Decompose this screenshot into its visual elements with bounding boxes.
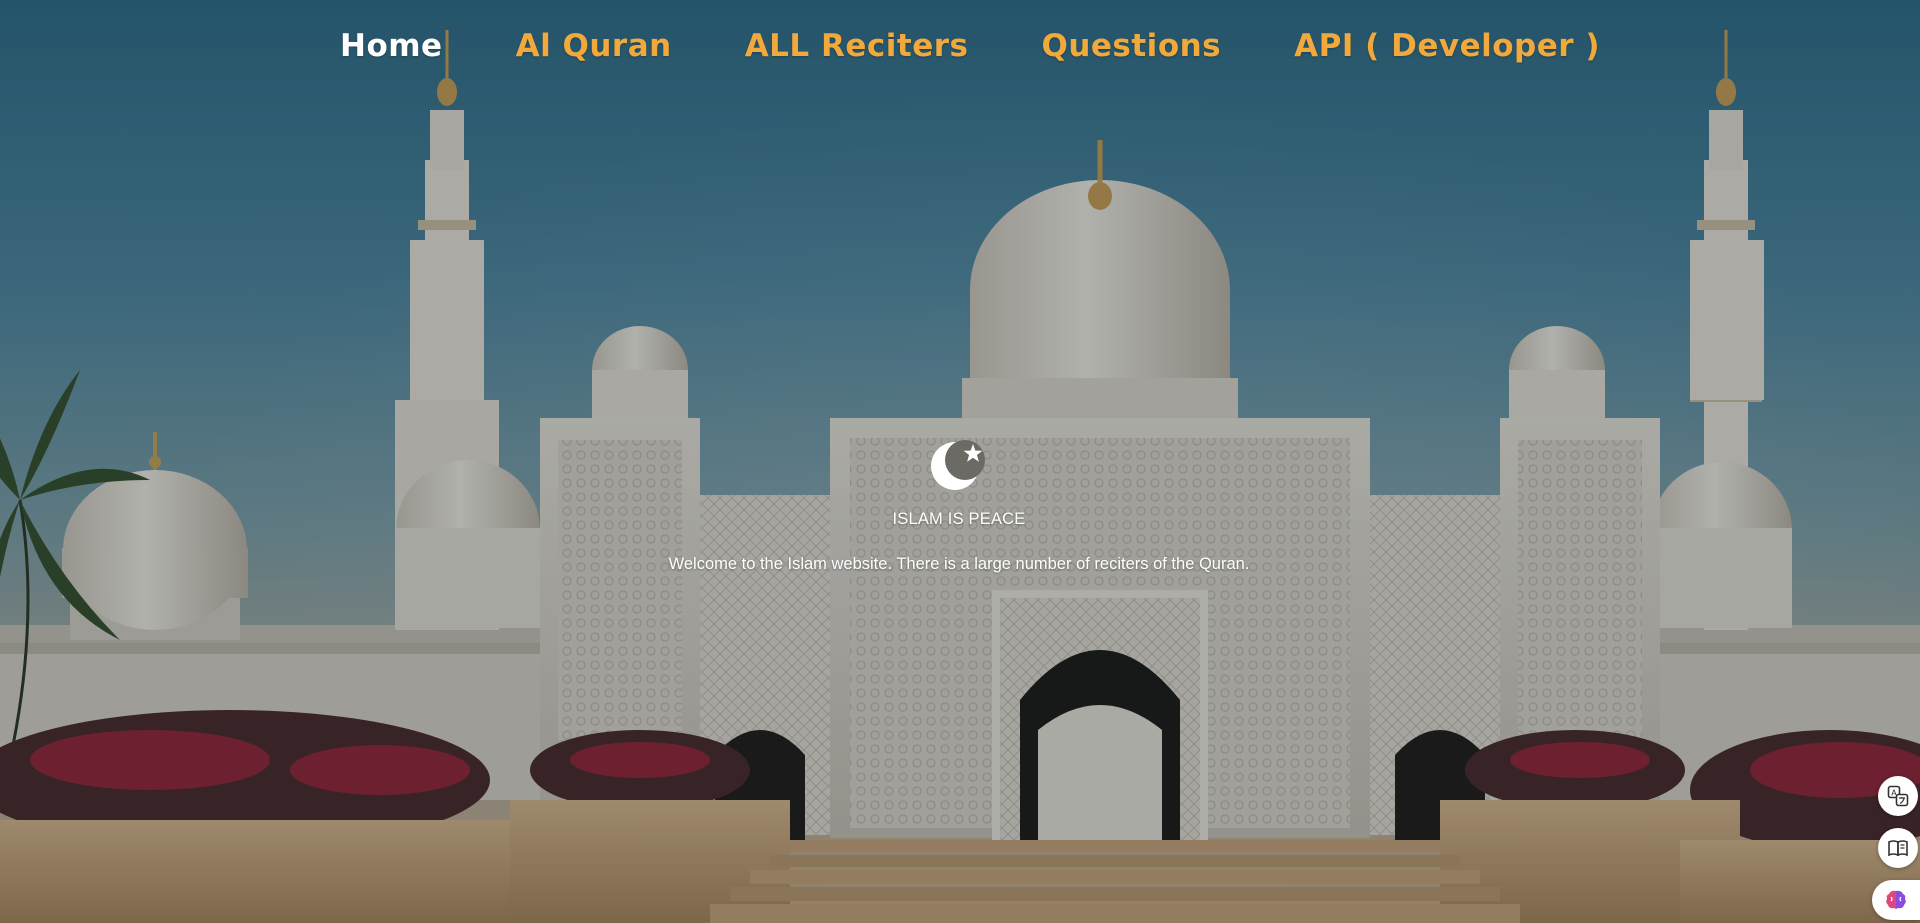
ai-brain-icon [1886,890,1906,909]
floating-tools: A [1872,776,1920,923]
crescent-star-icon [931,440,985,490]
translate-icon: A [1887,785,1909,807]
nav-home-link[interactable]: Home [340,28,443,64]
nav-all-reciters-link[interactable]: ALL Reciters [745,28,969,64]
hero-title: ISLAM IS PEACE [892,510,1026,528]
main-nav: Home Al Quran ALL Reciters Questions API… [340,28,1600,64]
reader-mode-button[interactable] [1878,828,1918,868]
hero-section: ISLAM IS PEACE Welcome to the Islam webs… [0,436,1919,574]
reader-book-icon [1888,840,1908,857]
translate-button[interactable]: A [1878,776,1918,816]
nav-al-quran-link[interactable]: Al Quran [516,28,672,64]
nav-api-developer-link[interactable]: API ( Developer ) [1294,28,1600,64]
hero-welcome-text: Welcome to the Islam website. There is a… [668,555,1250,573]
nav-questions-link[interactable]: Questions [1041,28,1221,64]
ai-assistant-button[interactable] [1872,880,1920,920]
